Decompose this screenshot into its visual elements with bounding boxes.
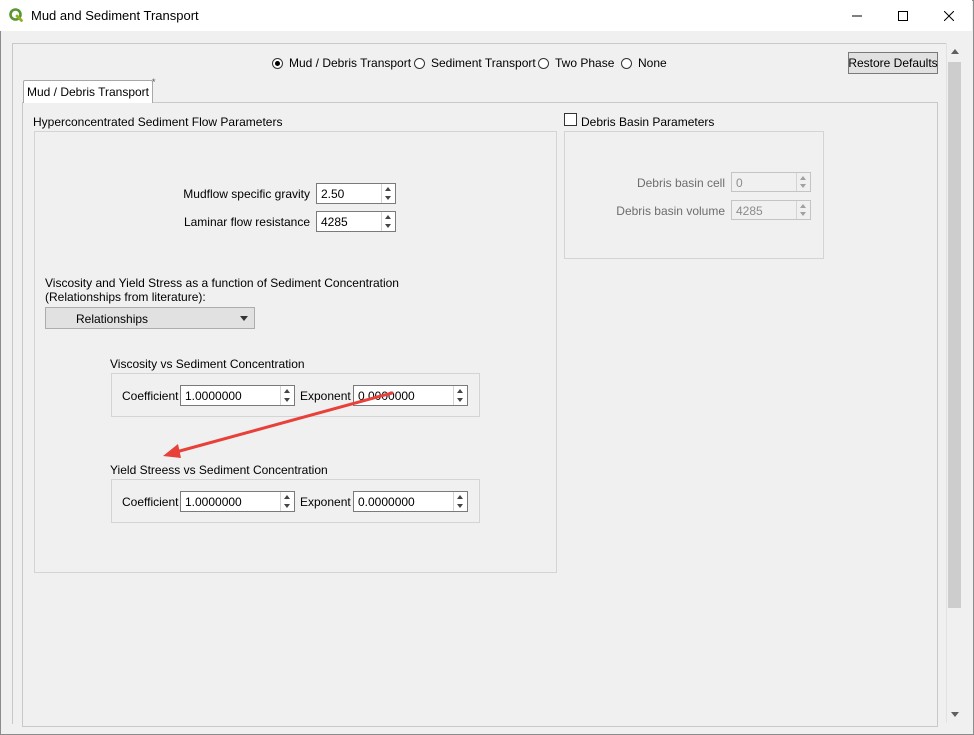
spinbox-arrows[interactable] [280,386,294,405]
radio-indicator [414,57,425,69]
minimize-button[interactable] [834,0,880,31]
debris-basin-groupbox [564,131,824,259]
viscosity-coefficient-label: Coefficient [122,389,179,403]
debris-basin-volume-spinbox[interactable]: 4285 [731,200,811,220]
spinbox-value: 0.0000000 [358,389,415,403]
radio-indicator [621,57,632,69]
chevron-down-icon [240,316,248,321]
maximize-icon [898,10,908,21]
relationships-description-line1: Viscosity and Yield Stress as a function… [45,276,399,290]
debris-basin-volume-label: Debris basin volume [616,204,725,218]
debris-basin-group-title: Debris Basin Parameters [581,115,715,129]
spinbox-value: 0.0000000 [358,495,415,509]
close-icon [944,10,954,21]
tab-label: Mud / Debris Transport [26,85,150,99]
radio-label: Two Phase [555,56,615,70]
title-bar: Mud and Sediment Transport [0,0,972,31]
scroll-up-arrow-icon[interactable] [946,43,963,60]
tab-modified-marker: * [152,77,156,87]
yield-coefficient-spinbox[interactable]: 1.0000000 [180,491,295,512]
spinbox-value: 4285 [321,215,348,229]
spinbox-value: 4285 [736,204,763,218]
scroll-down-arrow-icon[interactable] [946,706,963,723]
spinbox-arrows[interactable] [796,201,810,219]
spinbox-value: 1.0000000 [185,389,242,403]
relationships-dropdown[interactable]: Relationships [45,307,255,329]
specific-gravity-spinbox[interactable]: 2.50 [316,183,396,204]
tab-mud-debris-transport[interactable]: Mud / Debris Transport [23,80,153,103]
radio-label: None [638,56,667,70]
dropdown-value: Relationships [76,312,149,326]
viscosity-exponent-label: Exponent [300,389,351,403]
radio-none[interactable]: None [621,55,667,71]
minimize-icon [852,15,862,16]
close-button[interactable] [926,0,972,31]
laminar-resistance-label: Laminar flow resistance [183,215,310,229]
yield-group-title: Yield Streess vs Sediment Concentration [110,463,328,477]
maximize-button[interactable] [880,0,926,31]
radio-two-phase[interactable]: Two Phase [538,55,614,71]
scrollbar-thumb[interactable] [948,62,961,608]
hyperconcentrated-group-title: Hyperconcentrated Sediment Flow Paramete… [33,115,283,129]
window-title: Mud and Sediment Transport [31,8,199,23]
viscosity-exponent-spinbox[interactable]: 0.0000000 [353,385,468,406]
laminar-resistance-spinbox[interactable]: 4285 [316,211,396,232]
spinbox-arrows[interactable] [453,492,467,511]
restore-defaults-button[interactable]: Restore Defaults [848,52,938,74]
debris-basin-cell-spinbox[interactable]: 0 [731,172,811,192]
spinbox-arrows[interactable] [453,386,467,405]
spinbox-value: 2.50 [321,187,345,201]
radio-indicator [272,57,283,69]
radio-mud-debris[interactable]: Mud / Debris Transport [272,55,411,71]
spinbox-arrows[interactable] [280,492,294,511]
radio-indicator [538,57,549,69]
radio-sediment-transport[interactable]: Sediment Transport [414,55,536,71]
relationships-description-line2: (Relationships from literature): [45,290,206,304]
spinbox-value: 0 [736,176,743,190]
qgis-logo-icon [9,8,23,22]
radio-label: Mud / Debris Transport [289,56,412,70]
spinbox-arrows[interactable] [381,184,395,203]
spinbox-value: 1.0000000 [185,495,242,509]
yield-exponent-spinbox[interactable]: 0.0000000 [353,491,468,512]
specific-gravity-label: Mudflow specific gravity [183,187,310,201]
yield-exponent-label: Exponent [300,495,351,509]
radio-label: Sediment Transport [431,56,536,70]
debris-basin-cell-label: Debris basin cell [636,176,725,190]
spinbox-arrows[interactable] [381,212,395,231]
viscosity-group-title: Viscosity vs Sediment Concentration [110,357,305,371]
yield-coefficient-label: Coefficient [122,495,179,509]
viscosity-coefficient-spinbox[interactable]: 1.0000000 [180,385,295,406]
debris-basin-checkbox[interactable] [564,113,577,126]
spinbox-arrows[interactable] [796,173,810,191]
